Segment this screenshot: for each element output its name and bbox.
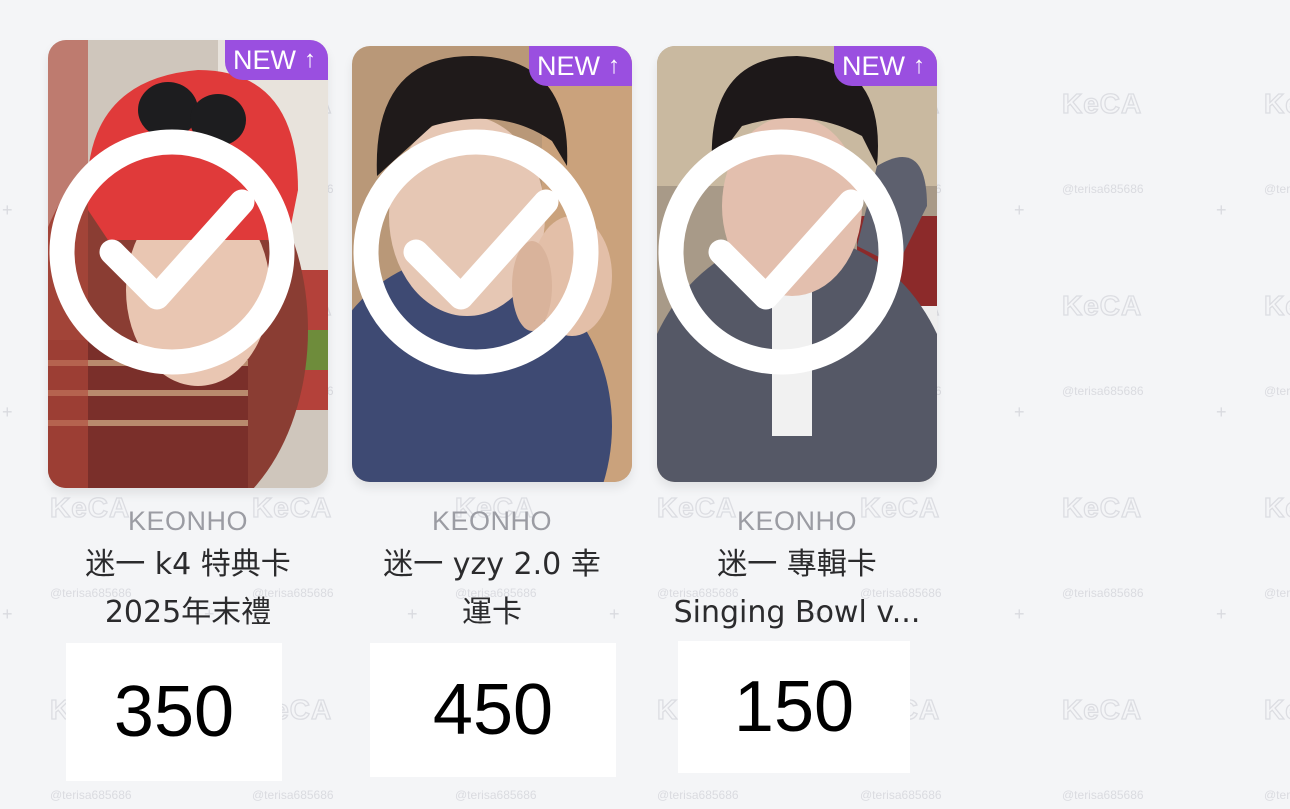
watermark-logo: KeCA [1263,491,1290,523]
watermark-handle: @terisa685686 [50,788,132,802]
photocard-image[interactable]: NEW ↑ [657,46,937,482]
card-title[interactable]: 迷一 專輯卡 Singing Bowl v... [647,541,947,637]
owner-name: KEONHO [736,506,858,536]
watermark-handle: @terisa685686 [1062,586,1144,600]
watermark-handle: @terisa685686 [1264,788,1290,802]
watermark-logo: KeCA [1263,693,1290,725]
price: 150 [733,667,855,747]
card-title-line-1: 迷一 yzy 2.0 幸 [383,547,601,582]
watermark-sparkle-icon: + [1014,200,1025,220]
watermark-logo: KeCA [1061,87,1143,119]
check-circle-icon[interactable] [48,40,312,476]
watermark-sparkle-icon: + [1216,200,1227,220]
watermark-handle: @terisa685686 [657,788,739,802]
watermark-logo: KeCA [1061,289,1143,321]
watermark-sparkle-icon: + [2,200,13,220]
watermark-handle: @terisa685686 [860,788,942,802]
card-title[interactable]: 迷一 k4 特典卡 2025年末禮 [38,541,338,637]
card-title-line-1: 迷一 k4 特典卡 [85,547,291,582]
watermark-sparkle-icon: + [1216,402,1227,422]
watermark-sparkle-icon: + [2,604,13,624]
card-title-line-1: 迷一 專輯卡 [717,547,877,582]
watermark-handle: @terisa685686 [1264,384,1290,398]
watermark-handle: @terisa685686 [1062,182,1144,196]
owner-name: KEONHO [127,506,249,536]
owner-name: KEONHO [431,506,553,536]
price-box: 150 [678,641,910,773]
watermark-logo: KeCA [1263,87,1290,119]
photocard-image[interactable]: NEW ↑ [48,40,328,488]
check-circle-icon[interactable] [352,46,616,470]
watermark-sparkle-icon: + [1014,604,1025,624]
card-title-line-2: 2025年末禮 [104,595,272,630]
watermark-handle: @terisa685686 [1264,586,1290,600]
watermark-handle: @terisa685686 [455,788,537,802]
watermark-handle: @terisa685686 [1062,788,1144,802]
watermark-handle: @terisa685686 [252,788,334,802]
watermark-logo: KeCA [1061,693,1143,725]
card-title-line-2: Singing Bowl v... [673,595,921,630]
watermark-handle: @terisa685686 [1062,384,1144,398]
price-box: 350 [66,643,282,781]
watermark-logo: KeCA [1263,289,1290,321]
photocard-image[interactable]: NEW ↑ [352,46,632,482]
check-circle-icon[interactable] [657,46,921,470]
watermark-logo: KeCA [1061,491,1143,523]
watermark-sparkle-icon: + [1014,402,1025,422]
watermark-sparkle-icon: + [1216,604,1227,624]
listing-grid: KeCAKeCAKeCAKeCAKeCAKeCAKeCAKeCAKeCAKeCA… [0,0,1290,809]
price-box: 450 [370,643,616,777]
watermark-sparkle-icon: + [2,402,13,422]
price: 350 [113,672,235,752]
card-title[interactable]: 迷一 yzy 2.0 幸 運卡 [342,541,642,637]
watermark-handle: @terisa685686 [1264,182,1290,196]
card-title-line-2: 運卡 [462,595,522,630]
price: 450 [432,670,554,750]
